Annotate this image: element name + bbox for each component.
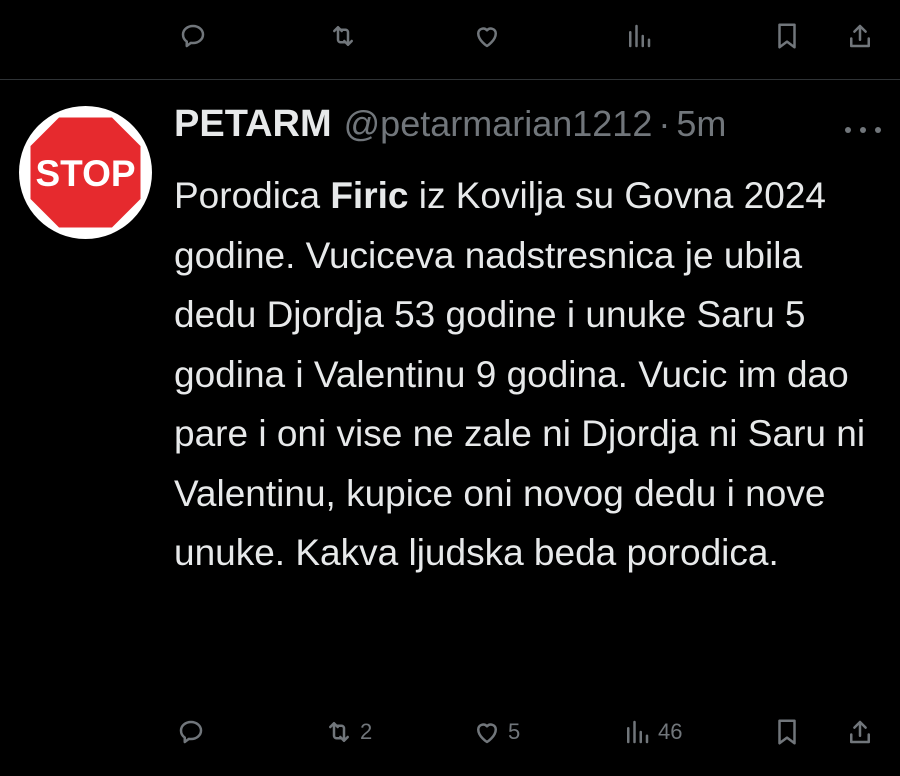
retweet-button[interactable]: 2 [324,708,372,756]
retweet-icon [329,722,349,742]
avatar[interactable]: STOP [19,106,152,239]
bookmark-icon [778,23,796,49]
views-button[interactable]: 46 [622,708,682,756]
views-icon [627,720,649,744]
tweet-text-part2: iz Kovilja su Govna 2024 godine. Vucicev… [174,175,866,573]
share-button[interactable] [845,708,875,756]
retweet-icon [333,26,353,46]
heart-icon [477,27,497,48]
tweet-action-bar: 2 5 46 [0,708,900,756]
like-button[interactable]: 5 [472,708,520,756]
retweet-button[interactable] [328,12,358,60]
more-dot [875,127,881,133]
share-button[interactable] [845,12,875,60]
author-display-name[interactable]: PETARM [174,103,332,146]
reply-icon [181,24,205,48]
bookmark-button[interactable] [772,708,802,756]
heart-icon [477,723,497,744]
more-dot [845,127,851,133]
tweet-header: PETARM @petarmarian1212 · 5m [174,103,726,151]
views-count: 46 [658,719,683,744]
author-handle[interactable]: @petarmarian1212 [344,103,653,145]
views-button[interactable] [624,12,654,60]
stop-sign-avatar: STOP [25,112,146,233]
share-icon [850,24,870,48]
bookmark-icon [778,719,796,745]
reply-button[interactable] [176,708,206,756]
tweet-divider [0,79,900,80]
reply-button[interactable] [178,12,208,60]
previous-tweet-action-bar [0,12,900,60]
more-dot [860,127,866,133]
bookmark-button[interactable] [772,12,802,60]
tweet-text-part1: Porodica [174,175,331,216]
like-button[interactable] [472,12,502,60]
header-separator: · [658,103,671,144]
reply-icon [179,720,203,744]
share-icon [850,720,870,744]
tweet-text: Porodica Firic iz Kovilja su Govna 2024 … [174,166,874,583]
tweet-text-bold: Firic [330,175,409,216]
retweet-count: 2 [360,719,373,744]
tweet-timestamp[interactable]: 5m [676,103,726,145]
more-options-button[interactable] [845,115,881,145]
views-icon [629,24,651,48]
avatar-text: STOP [35,153,135,194]
like-count: 5 [508,719,521,744]
